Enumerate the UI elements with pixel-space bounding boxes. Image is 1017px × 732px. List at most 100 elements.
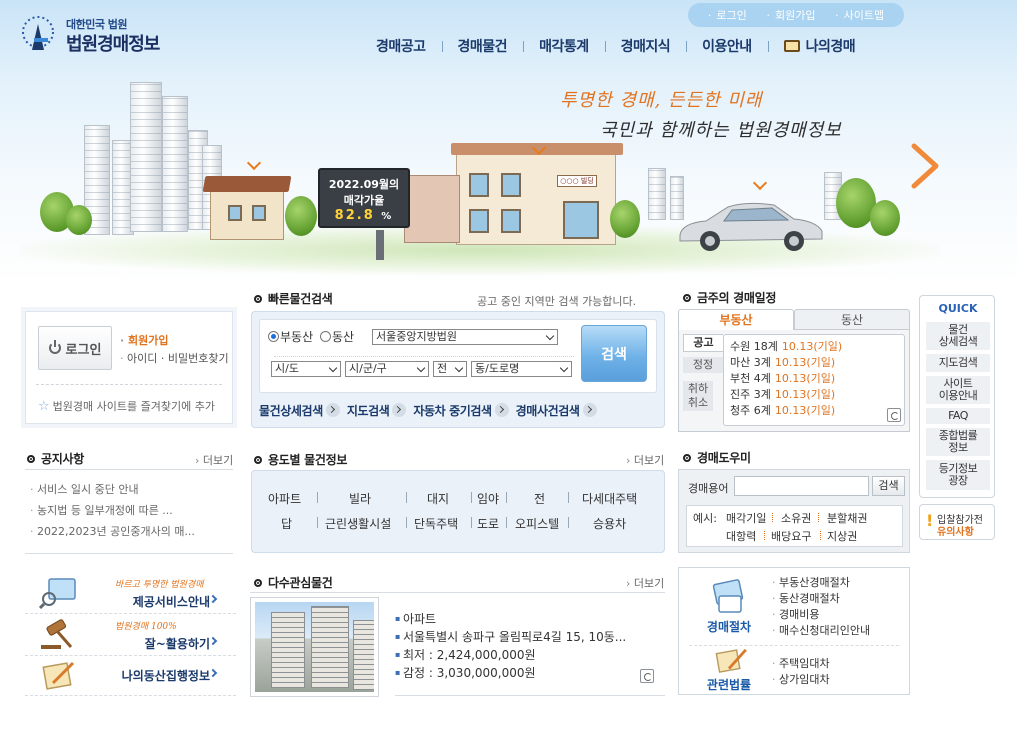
procedure-link[interactable]: 동산경매절차: [772, 591, 870, 607]
scope-select[interactable]: 전: [433, 361, 467, 377]
divider: [25, 553, 233, 554]
procedure-link[interactable]: 경매비용: [772, 607, 870, 623]
login-button[interactable]: 로그인: [38, 326, 112, 370]
quick-detail-search[interactable]: 물건 상세검색: [926, 322, 990, 350]
nav-my-auction[interactable]: 나의경매: [767, 36, 872, 56]
usage-apartment[interactable]: 아파트: [268, 490, 301, 507]
schedule-item[interactable]: 청주 6계 10.13(기일): [730, 403, 904, 419]
quick-search-button[interactable]: 검색: [581, 325, 647, 382]
hero-tree: [610, 200, 640, 238]
refresh-icon[interactable]: [640, 669, 654, 683]
usage-land[interactable]: 대지: [427, 490, 449, 507]
quick-search-panel: 부동산 동산 서울중앙지방법원 시/도 시/군/구 전 동/도로명 검색 물건상…: [251, 311, 665, 428]
hero-chevron-icon: [752, 175, 768, 191]
usage-detached-house[interactable]: 단독주택: [414, 515, 458, 532]
procedure-link[interactable]: 매수신청대리인안내: [772, 623, 870, 639]
vehicle-search-link[interactable]: 자동차 중기검색: [413, 402, 509, 419]
nav-auction-knowledge[interactable]: 경매지식: [604, 36, 687, 56]
notice-item[interactable]: 서비스 일시 중단 안내: [30, 479, 230, 500]
util-login-link[interactable]: 로그인: [708, 7, 746, 23]
dong-select[interactable]: 동/도로명: [471, 361, 572, 377]
usage-car[interactable]: 승용차: [593, 515, 626, 532]
schedule-item[interactable]: 진주 3계 10.13(기일): [730, 387, 904, 403]
circle-arrow-icon: [582, 402, 597, 417]
usage-multiplex[interactable]: 다세대주택: [582, 490, 637, 507]
radio-unchecked-icon: [320, 331, 331, 342]
schedule-item[interactable]: 마산 3계 10.13(기일): [730, 355, 904, 371]
law-link[interactable]: 주택임대차: [772, 656, 830, 672]
subtab-correction[interactable]: 정정: [683, 357, 723, 373]
usage-forest[interactable]: 임야: [477, 490, 499, 507]
popular-item-photo[interactable]: [250, 597, 379, 697]
site-logo[interactable]: 대한민국 법원 법원경매정보: [18, 14, 178, 58]
join-link[interactable]: 회원가입: [120, 332, 168, 348]
usage-more-link[interactable]: 더보기: [626, 452, 664, 468]
popular-more-link[interactable]: 더보기: [626, 575, 664, 591]
term-link[interactable]: 매각기일: [726, 510, 766, 526]
circle-arrow-icon: [494, 402, 509, 417]
term-link[interactable]: 대항력: [726, 528, 756, 544]
term-search-input[interactable]: [734, 476, 869, 496]
sido-select[interactable]: 시/도: [271, 361, 341, 377]
popular-item-address[interactable]: 서울특별시 송파구 올림픽로4길 15, 10동...: [395, 628, 665, 646]
bid-caution-banner[interactable]: ! 입찰참가전 유의사항: [919, 504, 995, 540]
map-search-link[interactable]: 지도검색: [347, 402, 407, 419]
schedule-item[interactable]: 수원 18계 10.13(기일): [730, 339, 904, 355]
nav-auction-notice[interactable]: 경매공고: [360, 36, 442, 56]
hero-next-arrow-icon[interactable]: [906, 140, 946, 192]
my-execution-banner[interactable]: 나의동산집행정보: [25, 655, 236, 695]
subtab-withdrawal[interactable]: 취하취소: [683, 381, 713, 411]
find-account-link[interactable]: 아이디 · 비밀번호찾기: [120, 350, 229, 366]
law-link[interactable]: 상가임대차: [772, 672, 830, 688]
notice-item[interactable]: 농지법 등 일부개정에 따른 ...: [30, 500, 230, 521]
service-guide-banner[interactable]: 바르고 투명한 법원경매 제공서비스안내: [25, 573, 236, 613]
schedule-item[interactable]: 부천 4계 10.13(기일): [730, 371, 904, 387]
term-search-button[interactable]: 검색: [872, 476, 905, 496]
quick-site-guide[interactable]: 사이트 이용안내: [926, 376, 990, 404]
star-icon: ☆: [38, 399, 50, 414]
usage-tips-banner[interactable]: 법원경매 100% 잘~활용하기: [25, 615, 236, 655]
term-link[interactable]: 소유권: [781, 510, 811, 526]
divider: [25, 695, 236, 696]
sigungu-select[interactable]: 시/군/구: [345, 361, 429, 377]
quick-faq[interactable]: FAQ: [926, 408, 990, 424]
term-link[interactable]: 지상권: [827, 528, 857, 544]
nav-usage-guide[interactable]: 이용안내: [686, 36, 768, 56]
usage-field[interactable]: 전: [534, 490, 545, 507]
subtab-notice[interactable]: 공고: [683, 334, 723, 352]
term-link[interactable]: 분할채권: [827, 510, 867, 526]
quick-registry[interactable]: 등기정보 광장: [926, 460, 990, 490]
tab-realestate[interactable]: 부동산: [678, 309, 794, 330]
case-search-link[interactable]: 경매사건검색: [516, 402, 597, 419]
popular-item-type[interactable]: 아파트: [395, 610, 665, 628]
court-select[interactable]: 서울중앙지방법원: [372, 329, 558, 345]
usage-paddy[interactable]: 답: [281, 515, 292, 532]
usage-neighborhood[interactable]: 근린생활시설: [325, 515, 391, 532]
schedule-title: 금주의 경매일정: [683, 289, 776, 306]
quick-menu: QUICK 물건 상세검색 지도검색 사이트 이용안내 FAQ 종합법률 정보 …: [919, 295, 995, 498]
usage-villa[interactable]: 빌라: [349, 490, 371, 507]
hero-tower: [648, 168, 666, 220]
nav-sale-statistics[interactable]: 매각통계: [523, 36, 605, 56]
refresh-icon[interactable]: [887, 408, 901, 422]
usage-road[interactable]: 도로: [477, 515, 499, 532]
quick-map-search[interactable]: 지도검색: [926, 354, 990, 372]
procedure-link[interactable]: 부동산경매절차: [772, 575, 870, 591]
quick-law-info[interactable]: 종합법률 정보: [926, 428, 990, 456]
util-join-link[interactable]: 회원가입: [766, 7, 815, 23]
procedure-group[interactable]: 경매절차: [689, 578, 769, 634]
usage-officetel[interactable]: 오피스텔: [515, 515, 559, 532]
notice-list: 서비스 일시 중단 안내 농지법 등 일부개정에 따른 ... 2022,202…: [30, 479, 230, 542]
notice-item[interactable]: 2022,2023년 공인중개사의 매...: [30, 521, 230, 542]
law-group[interactable]: 관련법률: [689, 648, 769, 692]
add-favorite-link[interactable]: ☆ 법원경매 사이트를 즐겨찾기에 추가: [38, 398, 215, 414]
hero-house: [210, 190, 284, 240]
nav-auction-items[interactable]: 경매물건: [441, 36, 524, 56]
tab-movable[interactable]: 동산: [794, 309, 910, 330]
detail-search-link[interactable]: 물건상세검색: [259, 402, 340, 419]
radio-realestate[interactable]: 부동산: [268, 328, 313, 345]
term-link[interactable]: 배당요구: [771, 528, 811, 544]
radio-movable[interactable]: 동산: [320, 328, 354, 345]
util-sitemap-link[interactable]: 사이트맵: [835, 7, 884, 23]
notice-more-link[interactable]: 더보기: [195, 452, 233, 468]
